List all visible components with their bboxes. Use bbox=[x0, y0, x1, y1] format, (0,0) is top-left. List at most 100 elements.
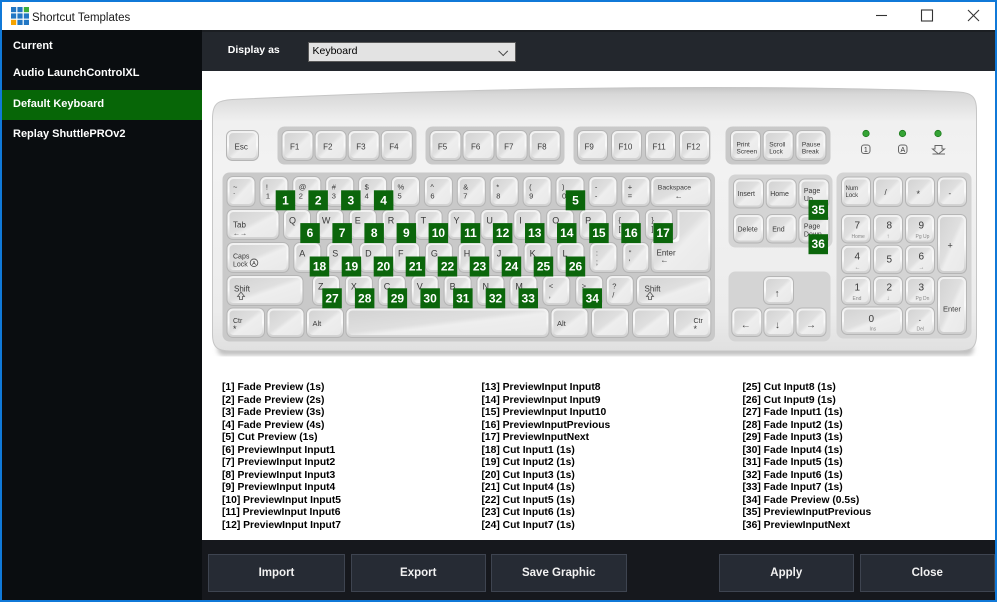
svg-text:+: + bbox=[947, 240, 952, 250]
svg-text:5: 5 bbox=[886, 254, 892, 265]
svg-text:7: 7 bbox=[463, 191, 467, 200]
svg-text:Home: Home bbox=[770, 191, 789, 198]
svg-text:Ins: Ins bbox=[869, 326, 876, 332]
svg-text:30: 30 bbox=[423, 291, 437, 305]
svg-text:34: 34 bbox=[585, 291, 599, 305]
svg-text:F11: F11 bbox=[652, 142, 666, 151]
svg-text:14: 14 bbox=[560, 226, 574, 240]
svg-text:35: 35 bbox=[811, 202, 825, 216]
svg-text:Shift: Shift bbox=[234, 284, 251, 293]
svg-text:]: ] bbox=[651, 224, 653, 233]
svg-text:A: A bbox=[299, 248, 305, 258]
svg-text:%: % bbox=[397, 182, 404, 191]
svg-text:Home: Home bbox=[851, 234, 865, 240]
svg-text:Print: Print bbox=[736, 141, 750, 148]
svg-text:Delete: Delete bbox=[737, 226, 757, 233]
svg-text:F8: F8 bbox=[537, 142, 547, 151]
svg-text:Break: Break bbox=[801, 148, 819, 155]
svg-text:D: D bbox=[365, 248, 372, 258]
svg-text:Del: Del bbox=[916, 326, 924, 332]
svg-text:19: 19 bbox=[344, 259, 358, 273]
svg-text::: : bbox=[595, 248, 597, 257]
svg-text:Y: Y bbox=[453, 215, 459, 225]
svg-text:9: 9 bbox=[529, 191, 533, 200]
svg-text:25: 25 bbox=[536, 259, 550, 273]
svg-text:Caps: Caps bbox=[233, 253, 250, 260]
svg-text:36: 36 bbox=[811, 237, 825, 251]
svg-text:,: , bbox=[548, 290, 550, 299]
svg-text:@: @ bbox=[298, 182, 306, 191]
svg-text:*: * bbox=[916, 189, 920, 199]
svg-text:Enter: Enter bbox=[943, 304, 961, 313]
svg-text:15: 15 bbox=[592, 226, 606, 240]
svg-text:^: ^ bbox=[430, 182, 434, 191]
svg-text:↓: ↓ bbox=[774, 320, 779, 331]
svg-text:4: 4 bbox=[380, 193, 387, 207]
svg-text:F1: F1 bbox=[290, 142, 300, 151]
svg-text:6: 6 bbox=[306, 226, 313, 240]
svg-text:20: 20 bbox=[376, 259, 390, 273]
svg-text:F9: F9 bbox=[584, 142, 594, 151]
svg-text:→: → bbox=[918, 264, 924, 270]
svg-text:←: ← bbox=[674, 191, 682, 200]
svg-text:F12: F12 bbox=[686, 142, 700, 151]
svg-text:1: 1 bbox=[863, 147, 867, 154]
svg-text:S: S bbox=[332, 248, 338, 258]
svg-text:22: 22 bbox=[440, 259, 454, 273]
svg-text:28: 28 bbox=[358, 291, 372, 305]
svg-text:1: 1 bbox=[282, 193, 289, 207]
svg-text:G: G bbox=[430, 248, 437, 258]
svg-text:?: ? bbox=[612, 281, 616, 290]
svg-text:F2: F2 bbox=[323, 142, 333, 151]
svg-text:12: 12 bbox=[495, 226, 509, 240]
svg-text:Lock: Lock bbox=[233, 261, 248, 268]
svg-text:23: 23 bbox=[472, 259, 486, 273]
svg-text:*: * bbox=[233, 324, 237, 334]
svg-text:<: < bbox=[548, 281, 553, 290]
svg-text:&: & bbox=[463, 182, 468, 191]
svg-text:T: T bbox=[420, 215, 426, 225]
svg-text:1: 1 bbox=[265, 191, 269, 200]
svg-text:5: 5 bbox=[397, 191, 401, 200]
svg-text:F5: F5 bbox=[437, 142, 447, 151]
svg-text:↑: ↑ bbox=[774, 288, 779, 299]
svg-text:Alt: Alt bbox=[312, 319, 322, 328]
svg-text:Pg Dn: Pg Dn bbox=[915, 296, 929, 302]
svg-text:31: 31 bbox=[456, 291, 470, 305]
svg-text:Scroll: Scroll bbox=[769, 141, 786, 148]
svg-text:F6: F6 bbox=[471, 142, 481, 151]
svg-text:9: 9 bbox=[402, 226, 409, 240]
svg-text:11: 11 bbox=[464, 226, 477, 240]
svg-text:Page: Page bbox=[803, 223, 819, 230]
svg-text:13: 13 bbox=[528, 226, 542, 240]
svg-text:18: 18 bbox=[312, 259, 326, 273]
svg-text:Lock: Lock bbox=[769, 148, 783, 155]
svg-text:10: 10 bbox=[431, 226, 445, 240]
svg-text:32: 32 bbox=[488, 291, 502, 305]
svg-text:4: 4 bbox=[364, 191, 368, 200]
svg-text:E: E bbox=[354, 215, 360, 225]
svg-text:7: 7 bbox=[338, 226, 345, 240]
svg-text:F4: F4 bbox=[389, 142, 399, 151]
svg-text:5: 5 bbox=[572, 193, 579, 207]
svg-text:29: 29 bbox=[390, 291, 404, 305]
svg-text:17: 17 bbox=[656, 226, 670, 240]
svg-text:F10: F10 bbox=[618, 142, 632, 151]
svg-text:4: 4 bbox=[854, 251, 860, 262]
svg-text:End: End bbox=[852, 296, 861, 302]
svg-text:Esc: Esc bbox=[234, 142, 247, 151]
svg-text:↑: ↑ bbox=[886, 234, 889, 240]
svg-text:8: 8 bbox=[370, 226, 377, 240]
svg-text:←→: ←→ bbox=[233, 230, 247, 237]
svg-text:9: 9 bbox=[918, 220, 924, 231]
svg-text:0: 0 bbox=[868, 314, 874, 325]
svg-text:R: R bbox=[387, 215, 394, 225]
svg-text:Pg Up: Pg Up bbox=[915, 234, 929, 240]
svg-text:Shift: Shift bbox=[644, 284, 661, 293]
svg-text:~: ~ bbox=[233, 182, 238, 191]
svg-text:U: U bbox=[486, 215, 493, 225]
svg-text:A: A bbox=[900, 147, 905, 154]
svg-text:21: 21 bbox=[408, 259, 422, 273]
svg-text:F: F bbox=[398, 248, 404, 258]
svg-text:End: End bbox=[772, 226, 785, 233]
